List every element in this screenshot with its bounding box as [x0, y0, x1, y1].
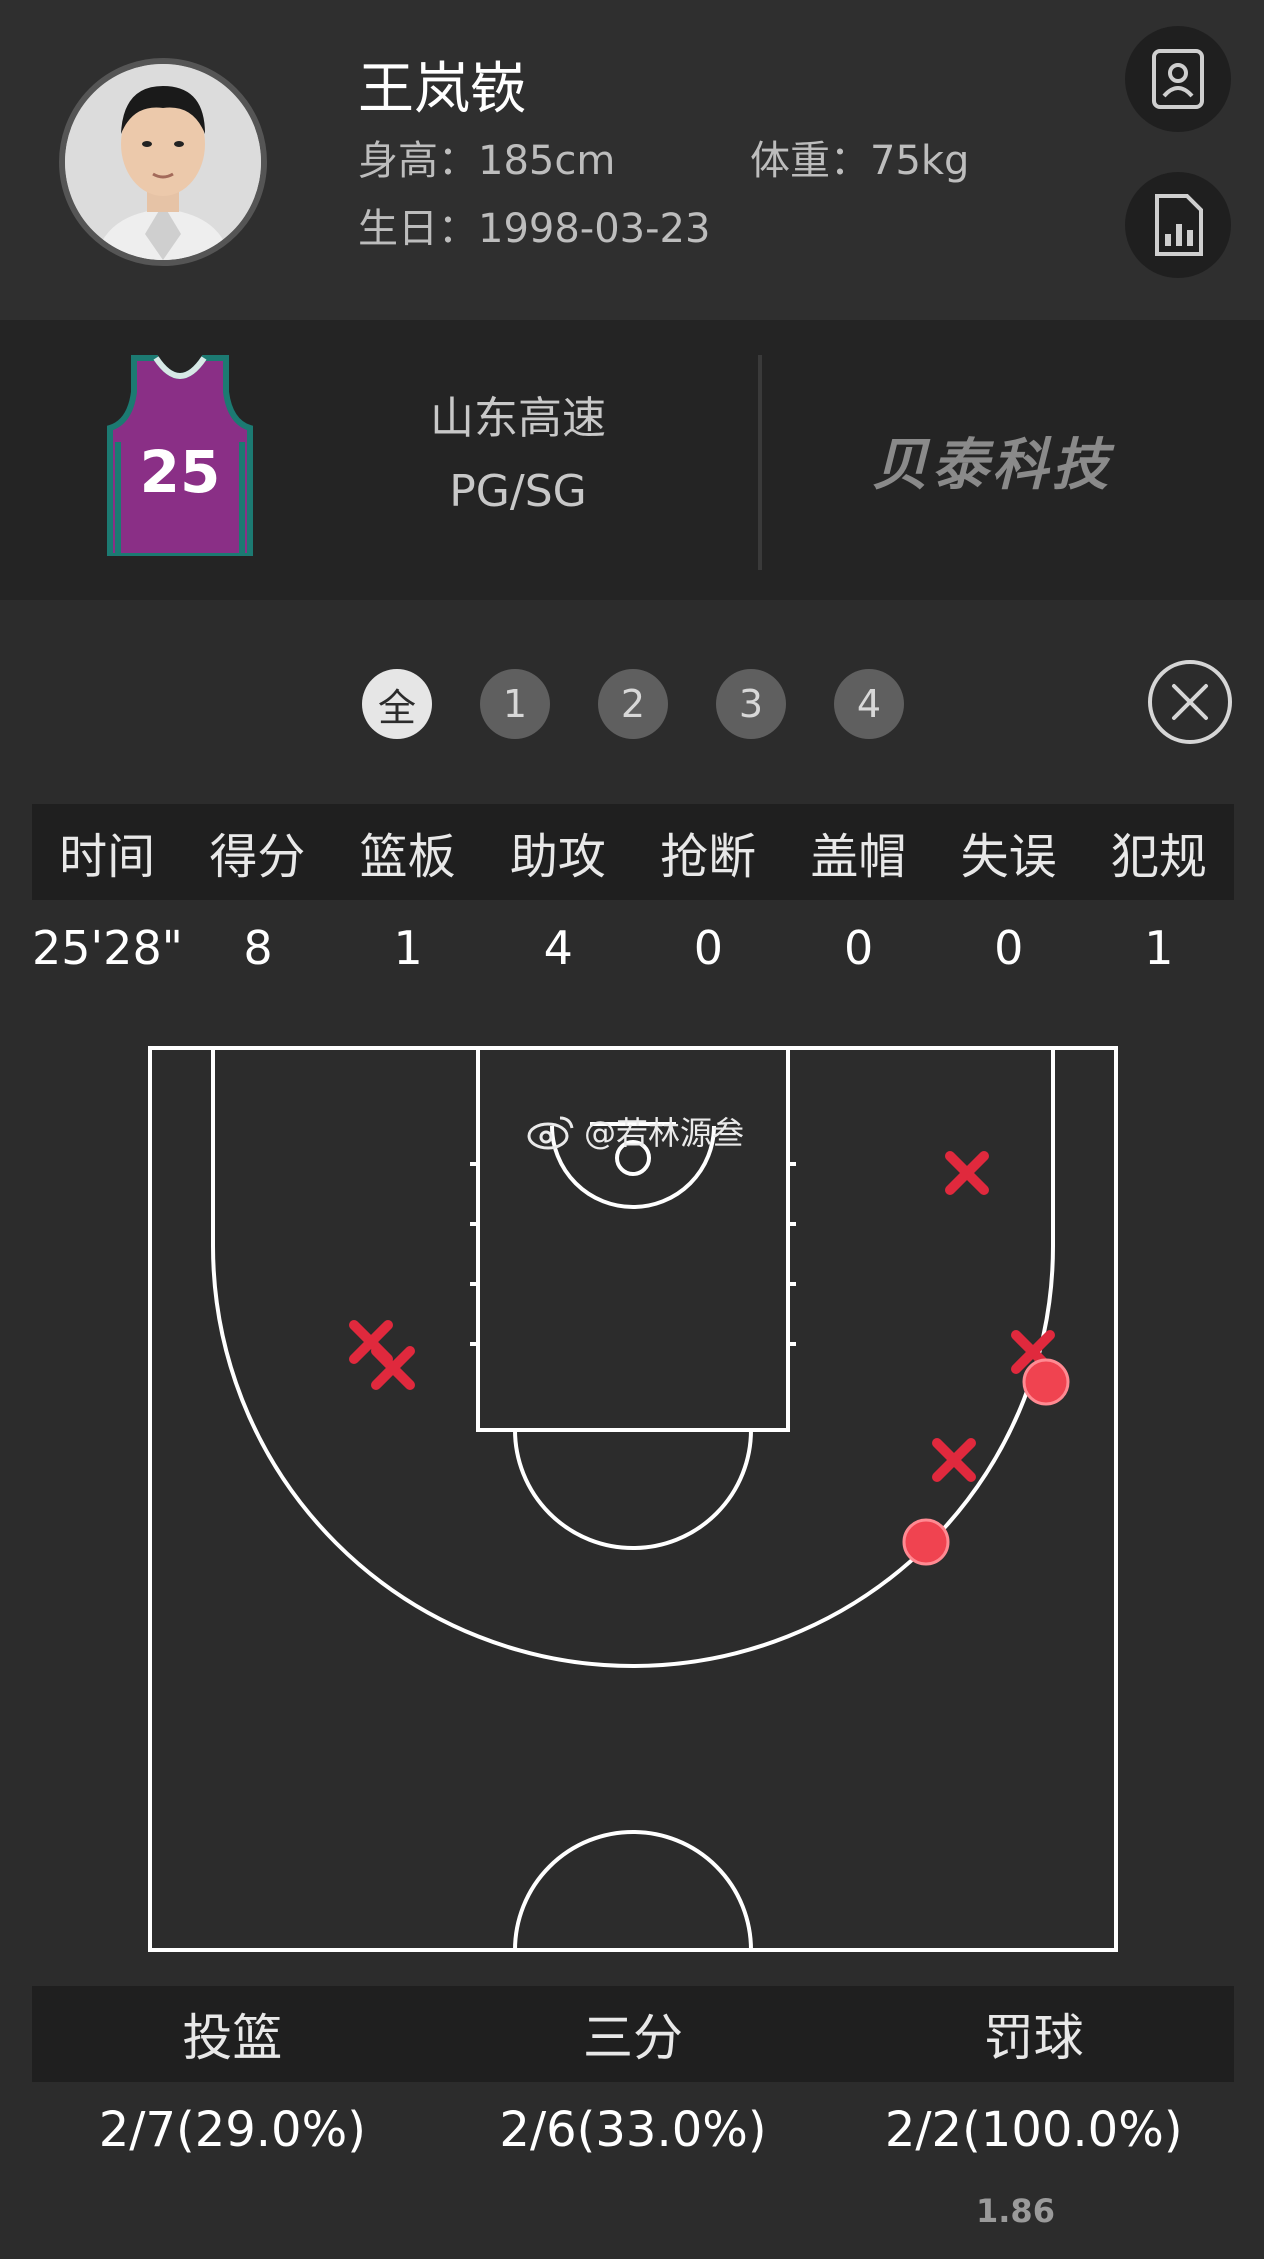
stat-header-steals: 抢断: [660, 829, 757, 885]
stat-header-assists: 助攻: [509, 829, 606, 885]
stat-header-rebounds: 篮板: [359, 829, 456, 885]
center-circle: [513, 1830, 753, 1951]
shot-missed-marker: [371, 1346, 415, 1390]
shot-made-marker: [902, 1518, 950, 1566]
stats-report-button[interactable]: [1125, 172, 1231, 278]
stat-header-points: 得分: [209, 829, 306, 885]
shooting-header-row: 投篮 三分 罚球: [32, 1986, 1234, 2082]
profile-button[interactable]: [1125, 26, 1231, 132]
weibo-icon: [527, 1116, 574, 1150]
stat-value-blocks: 0: [843, 921, 874, 975]
stat-header-fouls: 犯规: [1110, 829, 1207, 885]
lane-markers: [470, 1162, 796, 1346]
team-divider: [758, 355, 762, 570]
stat-header-turnovers: 失误: [960, 829, 1057, 885]
team-name: 山东高速: [430, 393, 606, 444]
shot-missed-marker: [932, 1438, 976, 1482]
shooting-header-fg: 投篮: [182, 2009, 283, 2067]
profile-card-icon: [1152, 49, 1204, 109]
player-birthday: 生日：1998-03-23: [358, 206, 711, 252]
stat-header-blocks: 盖帽: [810, 829, 907, 885]
player-height: 身高：185cm: [358, 138, 616, 184]
shooting-value-fg: 2/7(29.0%): [98, 2102, 366, 2158]
free-throw-circle: [513, 1429, 753, 1550]
player-weight: 体重：75kg: [750, 138, 970, 184]
player-name: 王岚嵚: [358, 57, 526, 122]
quarter-1[interactable]: 1: [480, 669, 550, 739]
shooting-header-ft: 罚球: [983, 2009, 1084, 2067]
stat-value-steals: 0: [693, 921, 724, 975]
paint: [476, 1046, 790, 1432]
stats-header-row: 时间 得分 篮板 助攻 抢断 盖帽 失误 犯规: [32, 804, 1234, 900]
quarter-4[interactable]: 4: [834, 669, 904, 739]
quarter-2[interactable]: 2: [598, 669, 668, 739]
stats-value-row: 25'28" 8 1 4 0 0 0 1: [32, 900, 1234, 996]
shot-missed-marker: [945, 1151, 989, 1195]
close-button[interactable]: [1148, 660, 1232, 744]
corner-watermark: 1.86: [976, 2192, 1055, 2230]
report-chart-icon: [1155, 194, 1203, 256]
player-avatar: [59, 58, 267, 266]
stat-value-points: 8: [243, 921, 273, 975]
shot-chart-court: [148, 1046, 1118, 1952]
shooting-header-3pt: 三分: [583, 2009, 683, 2067]
quarter-3[interactable]: 3: [716, 669, 786, 739]
three-point-arc: [211, 1245, 1055, 1668]
jersey-icon: 25: [100, 352, 260, 559]
stat-value-rebounds: 1: [393, 921, 423, 975]
stat-value-assists: 4: [543, 921, 573, 975]
quarter-all[interactable]: 全: [362, 669, 432, 739]
stat-header-time: 时间: [59, 829, 156, 885]
sponsor-logo: 贝泰科技: [872, 433, 1112, 498]
stat-value-fouls: 1: [1144, 921, 1174, 975]
watermark-text: @若林源叁: [584, 1114, 745, 1152]
shooting-value-3pt: 2/6(33.0%): [499, 2102, 767, 2158]
shooting-value-ft: 2/2(100.0%): [884, 2102, 1183, 2158]
player-position: PG/SG: [449, 466, 587, 517]
close-icon: [1172, 684, 1208, 720]
weibo-watermark: @若林源叁: [526, 1108, 744, 1154]
jersey-number: 25: [139, 438, 221, 506]
shot-made-marker: [1022, 1358, 1070, 1406]
shooting-value-row: 2/7(29.0%) 2/6(33.0%) 2/2(100.0%): [32, 2082, 1234, 2178]
stat-value-turnovers: 0: [994, 921, 1024, 975]
stat-value-time: 25'28": [32, 921, 183, 975]
